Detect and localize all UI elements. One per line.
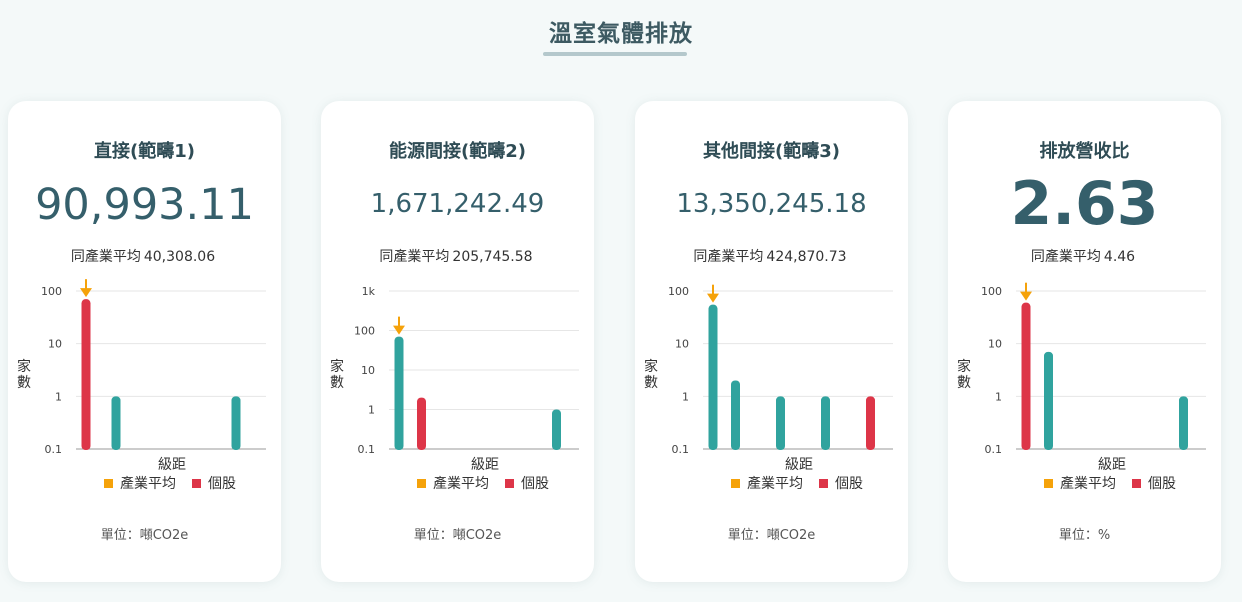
y-tick-label: 1 xyxy=(55,390,62,403)
average-arrow-icon xyxy=(707,293,719,303)
unit-label: 單位：噸CO2e xyxy=(413,528,502,543)
legend-average-swatch xyxy=(731,479,740,488)
card-emission-revenue-ratio: 排放營收比 2.63 同產業平均 4.46 100 10 1 0.1 家數級距 產業平均 個股… xyxy=(948,101,1221,582)
legend-company-swatch xyxy=(1132,479,1141,488)
y-axis-label: 家 xyxy=(644,358,658,375)
bar xyxy=(731,380,740,450)
card-scope2: 能源間接(範疇2) 1,671,242.49 同產業平均 205,745.58 1… xyxy=(321,101,594,582)
legend-average-label: 產業平均 xyxy=(747,475,803,492)
legend-company-label: 個股 xyxy=(835,476,863,492)
y-tick-label: 10 xyxy=(988,338,1002,351)
bar xyxy=(1044,351,1053,450)
x-axis-label: 級距 xyxy=(158,457,186,473)
y-tick-label: 100 xyxy=(41,285,62,298)
histogram-chart: 100 10 1 0.1 家數級距產業平均 個股 xyxy=(644,284,893,492)
card-scope3: 其他間接(範疇3) 13,350,245.18 同產業平均 424,870.73 … xyxy=(635,101,908,582)
y-axis-label: 數 xyxy=(330,375,344,391)
bar xyxy=(394,336,404,450)
histogram-chart: 1k 100 10 1 0.1 家數級距產業平均 個股 xyxy=(330,285,579,492)
y-tick-label: 0.1 xyxy=(358,443,376,456)
histogram-chart: 100 10 1 0.1 家數級距產業平均 個股 xyxy=(957,282,1206,492)
x-axis-label: 級距 xyxy=(1098,457,1126,473)
legend-average-swatch xyxy=(417,479,426,488)
y-tick-label: 100 xyxy=(354,325,375,338)
page-header: 溫室氣體排放 xyxy=(0,0,1242,70)
y-tick-label: 1k xyxy=(362,285,376,298)
average-arrow-icon xyxy=(80,288,92,298)
y-axis-label: 數 xyxy=(644,375,658,391)
page-title: 溫室氣體排放 xyxy=(549,21,693,47)
bar xyxy=(1021,302,1031,450)
legend-company-label: 個股 xyxy=(521,476,549,492)
bar xyxy=(552,409,561,450)
average-arrow-icon xyxy=(1020,291,1032,301)
y-tick-label: 1 xyxy=(682,390,689,403)
y-tick-label: 10 xyxy=(48,338,62,351)
legend-average-label: 產業平均 xyxy=(433,475,489,492)
bar xyxy=(81,299,91,450)
bar xyxy=(776,396,785,450)
y-axis-label: 數 xyxy=(17,375,31,391)
y-axis-label: 家 xyxy=(957,358,971,375)
legend-company-label: 個股 xyxy=(208,476,236,492)
y-tick-label: 100 xyxy=(668,285,689,298)
bar xyxy=(111,396,121,450)
unit-label: 單位：噸CO2e xyxy=(727,528,816,543)
legend-average-label: 產業平均 xyxy=(120,475,176,492)
bar xyxy=(1179,396,1188,450)
bar xyxy=(821,396,830,450)
legend-company-swatch xyxy=(819,479,828,488)
y-tick-label: 0.1 xyxy=(985,443,1003,456)
bar xyxy=(708,304,718,450)
legend-company-label: 個股 xyxy=(1148,476,1176,492)
y-tick-label: 1 xyxy=(995,390,1002,403)
title-underline xyxy=(543,52,687,56)
legend-company-swatch xyxy=(505,479,514,488)
bar xyxy=(231,396,241,450)
y-tick-label: 0.1 xyxy=(45,443,63,456)
x-axis-label: 級距 xyxy=(471,457,499,473)
y-axis-label: 數 xyxy=(957,375,971,391)
y-tick-label: 10 xyxy=(361,364,375,377)
legend-average-label: 產業平均 xyxy=(1060,475,1116,492)
bar xyxy=(866,396,875,450)
y-tick-label: 10 xyxy=(675,338,689,351)
y-tick-label: 0.1 xyxy=(672,443,690,456)
bar xyxy=(417,397,426,450)
histogram-chart: 100 10 1 0.1 家數級距產業平均 個股 xyxy=(17,279,266,492)
unit-label: 單位：噸CO2e xyxy=(100,528,189,543)
y-axis-label: 家 xyxy=(17,358,31,375)
y-tick-label: 100 xyxy=(981,285,1002,298)
legend-average-swatch xyxy=(104,479,113,488)
legend-company-swatch xyxy=(192,479,201,488)
unit-label: 單位：% xyxy=(1058,528,1111,543)
y-axis-label: 家 xyxy=(330,358,344,375)
card-scope1: 直接(範疇1) 90,993.11 同產業平均 40,308.06 100 10 1 0… xyxy=(8,101,281,582)
x-axis-label: 級距 xyxy=(785,457,813,473)
legend-average-swatch xyxy=(1044,479,1053,488)
y-tick-label: 1 xyxy=(368,404,375,417)
